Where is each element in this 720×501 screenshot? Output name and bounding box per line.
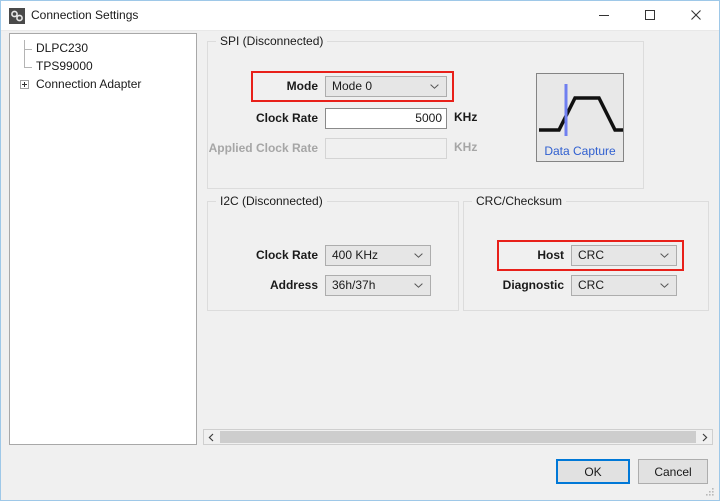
chevron-down-icon xyxy=(414,283,423,288)
resize-grip[interactable] xyxy=(705,487,715,497)
crc-diagnostic-combobox[interactable]: CRC xyxy=(571,275,677,296)
tree-item-dlpc230[interactable]: DLPC230 xyxy=(10,40,196,58)
close-icon xyxy=(690,9,702,21)
close-button[interactable] xyxy=(673,1,719,29)
crc-diagnostic-value: CRC xyxy=(578,278,604,292)
spi-clock-rate-input[interactable]: 5000 xyxy=(325,108,447,129)
tree-item-label: Connection Adapter xyxy=(36,77,141,91)
tree-item-connection-adapter[interactable]: Connection Adapter xyxy=(10,76,196,94)
spi-applied-clock-rate-input xyxy=(325,138,447,159)
i2c-group: I2C (Disconnected) Clock Rate 400 KHz Ad… xyxy=(207,201,459,311)
spi-applied-clock-rate-unit: KHz xyxy=(454,140,477,154)
chevron-right-icon xyxy=(701,433,708,442)
minimize-button[interactable] xyxy=(581,1,627,29)
cancel-button[interactable]: Cancel xyxy=(638,459,708,484)
device-tree[interactable]: DLPC230 TPS99000 Connection Adapter xyxy=(9,33,197,445)
minimize-icon xyxy=(598,9,610,21)
i2c-group-title: I2C (Disconnected) xyxy=(216,194,327,208)
crc-group-title: CRC/Checksum xyxy=(472,194,566,208)
data-capture-button[interactable]: Data Capture xyxy=(536,73,624,162)
scrollbar-thumb[interactable] xyxy=(220,431,696,443)
footer-separator xyxy=(2,453,718,454)
i2c-address-label: Address xyxy=(250,278,318,292)
expand-plus-icon[interactable] xyxy=(20,80,29,89)
title-bar[interactable]: Connection Settings xyxy=(1,1,719,31)
tree-item-tps99000[interactable]: TPS99000 xyxy=(10,58,196,76)
waveform-icon xyxy=(537,74,623,144)
spi-applied-clock-rate-label: Applied Clock Rate xyxy=(208,141,318,155)
settings-canvas: SPI (Disconnected) Mode Mode 0 Clock Rat… xyxy=(203,33,713,429)
ok-button-label: OK xyxy=(584,465,601,479)
settings-panel: SPI (Disconnected) Mode Mode 0 Clock Rat… xyxy=(203,33,713,445)
tree-item-label: DLPC230 xyxy=(36,41,88,55)
spi-group-title: SPI (Disconnected) xyxy=(216,34,327,48)
scroll-right-button[interactable] xyxy=(697,430,712,444)
tree-branch-icon xyxy=(24,49,32,50)
chevron-down-icon xyxy=(430,84,439,89)
i2c-clock-rate-value: 400 KHz xyxy=(332,248,378,262)
tree-branch-icon xyxy=(24,67,32,68)
i2c-clock-rate-label: Clock Rate xyxy=(240,248,318,262)
chevron-down-icon xyxy=(414,253,423,258)
spi-clock-rate-value: 5000 xyxy=(415,111,442,125)
spi-mode-label: Mode xyxy=(260,79,318,93)
window-title: Connection Settings xyxy=(31,7,138,24)
data-capture-label: Data Capture xyxy=(537,144,623,158)
maximize-icon xyxy=(644,9,656,21)
tree-item-label: TPS99000 xyxy=(36,59,93,73)
maximize-button[interactable] xyxy=(627,1,673,29)
chevron-down-icon xyxy=(660,253,669,258)
spi-clock-rate-unit: KHz xyxy=(454,110,477,124)
spi-mode-value: Mode 0 xyxy=(332,79,372,93)
cancel-button-label: Cancel xyxy=(654,465,691,479)
crc-diagnostic-label: Diagnostic xyxy=(486,278,564,292)
spi-mode-combobox[interactable]: Mode 0 xyxy=(325,76,447,97)
spi-clock-rate-label: Clock Rate xyxy=(240,111,318,125)
chevron-down-icon xyxy=(660,283,669,288)
crc-host-combobox[interactable]: CRC xyxy=(571,245,677,266)
connection-settings-dialog: Connection Settings DLPC230 xyxy=(0,0,720,501)
i2c-address-value: 36h/37h xyxy=(332,278,375,292)
i2c-address-combobox[interactable]: 36h/37h xyxy=(325,275,431,296)
horizontal-scrollbar[interactable] xyxy=(203,429,713,445)
crc-checksum-group: CRC/Checksum Host CRC Diagnostic CRC xyxy=(463,201,709,311)
ok-button[interactable]: OK xyxy=(556,459,630,484)
i2c-clock-rate-combobox[interactable]: 400 KHz xyxy=(325,245,431,266)
crc-host-value: CRC xyxy=(578,248,604,262)
spi-group: SPI (Disconnected) Mode Mode 0 Clock Rat… xyxy=(207,41,644,189)
crc-host-label: Host xyxy=(506,248,564,262)
chevron-left-icon xyxy=(208,433,215,442)
scroll-left-button[interactable] xyxy=(204,430,219,444)
connection-settings-icon xyxy=(9,8,25,24)
